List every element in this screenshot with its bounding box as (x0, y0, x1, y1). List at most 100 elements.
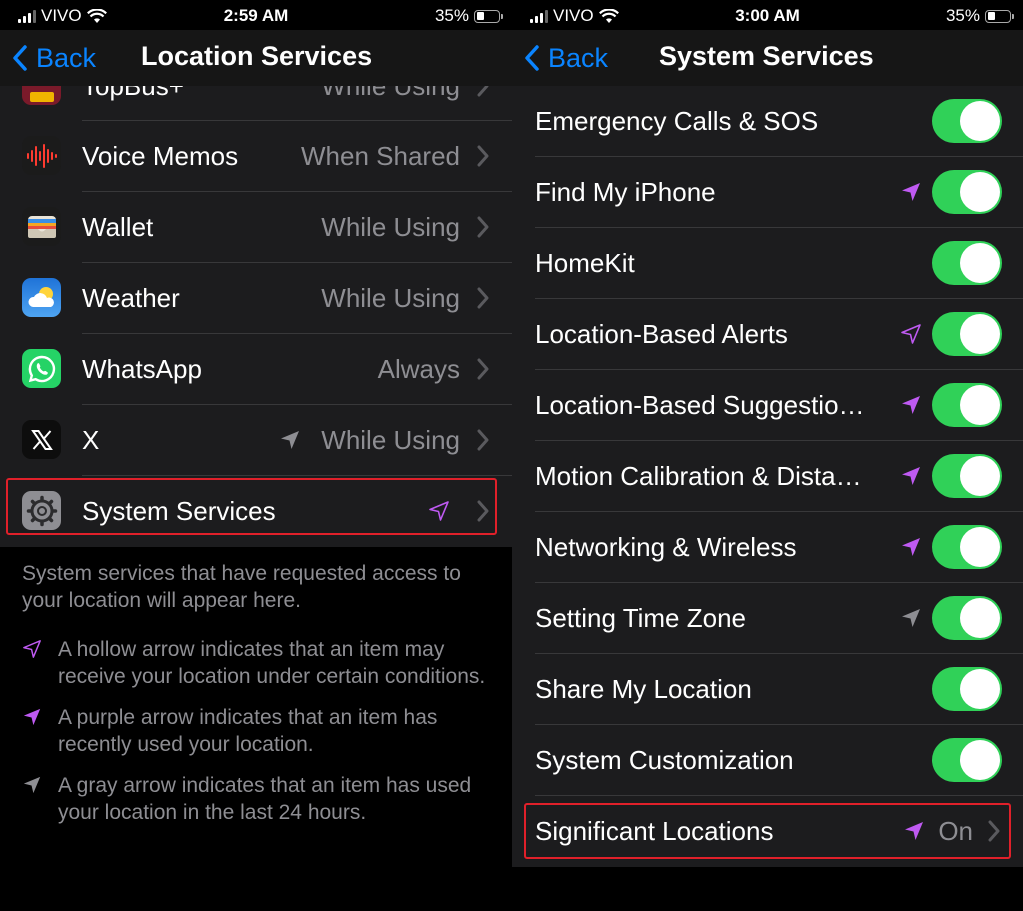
battery-icon (474, 9, 503, 23)
chevron-right-icon (477, 358, 489, 380)
row-label: Motion Calibration & Dista… (535, 461, 862, 491)
gray-filled-arrow-icon (23, 776, 41, 794)
list-item-setting-time-zone: Setting Time Zone (512, 583, 1023, 654)
share-my-location-toggle[interactable] (932, 667, 1002, 711)
weather-app-icon (22, 278, 61, 317)
chevron-right-icon (477, 216, 489, 238)
nav-bar: Back System Services (512, 30, 1023, 86)
back-button[interactable]: Back (12, 30, 96, 86)
row-label: TopBus+ (82, 86, 184, 101)
footer-note: System services that have requested acce… (22, 560, 492, 826)
list-item-x[interactable]: X While Using (0, 405, 512, 476)
list-item-networking-wireless: Networking & Wireless (512, 512, 1023, 583)
row-value: While Using (321, 212, 460, 242)
system-services-list: Emergency Calls & SOS Find My iPhone Hom… (512, 86, 1023, 867)
row-label: Share My Location (535, 674, 752, 704)
list-item-share-my-location: Share My Location (512, 654, 1023, 725)
chevron-right-icon (477, 145, 489, 167)
setting-time-zone-toggle[interactable] (932, 596, 1002, 640)
system-services-screen: VIVO 3:00 AM 35% Back System Services Em… (512, 0, 1023, 911)
battery-percent: 35% (434, 6, 469, 25)
battery-percent: 35% (945, 6, 980, 25)
list-item-homekit: HomeKit (512, 228, 1023, 299)
list-item-voice-memos[interactable]: Voice Memos When Shared (0, 121, 512, 192)
legend-hollow: A hollow arrow indicates that an item ma… (22, 636, 492, 690)
chevron-left-icon (13, 45, 27, 71)
nav-bar: Back Location Services (0, 30, 512, 86)
location-suggestions-toggle[interactable] (932, 383, 1002, 427)
homekit-toggle[interactable] (932, 241, 1002, 285)
purple-filled-arrow-icon (902, 467, 920, 485)
highlight-box (524, 803, 1011, 859)
emergency-sos-toggle[interactable] (932, 99, 1002, 143)
motion-calibration-toggle[interactable] (932, 454, 1002, 498)
legend-text: A purple arrow indicates that an item ha… (58, 706, 438, 756)
list-item-emergency-sos: Emergency Calls & SOS (512, 86, 1023, 157)
row-label: WhatsApp (82, 354, 202, 384)
list-item-system-customization: System Customization (512, 725, 1023, 796)
footer-intro: System services that have requested acce… (22, 562, 461, 612)
row-value: While Using (321, 86, 460, 101)
purple-filled-arrow-icon (902, 396, 920, 414)
list-item-find-my-iphone: Find My iPhone (512, 157, 1023, 228)
row-label: Location-Based Suggestio… (535, 390, 865, 420)
whatsapp-app-icon (22, 349, 61, 388)
chevron-left-icon (525, 45, 539, 71)
row-value: While Using (321, 283, 460, 313)
row-label: System Customization (535, 745, 794, 775)
battery-icon (985, 9, 1014, 23)
back-label: Back (548, 42, 609, 73)
system-customization-toggle[interactable] (932, 738, 1002, 782)
legend-gray: A gray arrow indicates that an item has … (22, 772, 492, 826)
purple-filled-arrow-icon (23, 708, 41, 726)
topbus-app-icon (22, 86, 61, 105)
gray-filled-arrow-icon (902, 609, 920, 627)
gray-filled-arrow-icon (281, 431, 299, 449)
x-app-icon (22, 420, 61, 459)
legend-purple: A purple arrow indicates that an item ha… (22, 704, 492, 758)
wallet-app-icon (22, 207, 61, 246)
battery-group: 35% (434, 6, 503, 26)
status-bar: VIVO 3:00 AM 35% (512, 0, 1023, 30)
legend-text: A gray arrow indicates that an item has … (58, 774, 472, 824)
back-label: Back (36, 42, 97, 73)
purple-filled-arrow-icon (902, 183, 920, 201)
row-label: Weather (82, 283, 180, 313)
battery-group: 35% (945, 6, 1014, 26)
highlight-box (6, 478, 497, 535)
purple-hollow-arrow-icon (23, 640, 41, 658)
back-button[interactable]: Back (524, 30, 608, 86)
row-label: X (82, 425, 100, 455)
purple-hollow-arrow-icon (901, 324, 921, 344)
legend-text: A hollow arrow indicates that an item ma… (58, 638, 486, 688)
row-label: Setting Time Zone (535, 603, 746, 633)
page-title: Location Services (141, 41, 373, 71)
list-item-topbus[interactable]: TopBus+ While Using (0, 86, 512, 121)
location-services-screen: VIVO 2:59 AM 35% Back Location Services … (0, 0, 512, 911)
list-item-location-alerts: Location-Based Alerts (512, 299, 1023, 370)
chevron-right-icon (477, 287, 489, 309)
row-label: Wallet (82, 212, 154, 242)
row-label: HomeKit (535, 248, 635, 278)
row-label: Emergency Calls & SOS (535, 106, 819, 136)
list-item-motion-calibration: Motion Calibration & Dista… (512, 441, 1023, 512)
location-alerts-toggle[interactable] (932, 312, 1002, 356)
row-label: Networking & Wireless (535, 532, 797, 562)
find-my-iphone-toggle[interactable] (932, 170, 1002, 214)
row-value: Always (377, 354, 460, 384)
list-item-wallet[interactable]: Wallet While Using (0, 192, 512, 263)
list-item-location-suggestions: Location-Based Suggestio… (512, 370, 1023, 441)
status-bar: VIVO 2:59 AM 35% (0, 0, 512, 30)
chevron-right-icon (477, 429, 489, 451)
row-label: Voice Memos (82, 141, 239, 171)
list-item-whatsapp[interactable]: WhatsApp Always (0, 334, 512, 405)
voice-memos-app-icon (22, 136, 61, 175)
row-label: Location-Based Alerts (535, 319, 788, 349)
row-value: When Shared (301, 141, 460, 171)
row-label: Find My iPhone (535, 177, 716, 207)
purple-filled-arrow-icon (902, 538, 920, 556)
page-title: System Services (659, 41, 874, 71)
list-item-weather[interactable]: Weather While Using (0, 263, 512, 334)
networking-wireless-toggle[interactable] (932, 525, 1002, 569)
chevron-right-icon (477, 86, 489, 97)
